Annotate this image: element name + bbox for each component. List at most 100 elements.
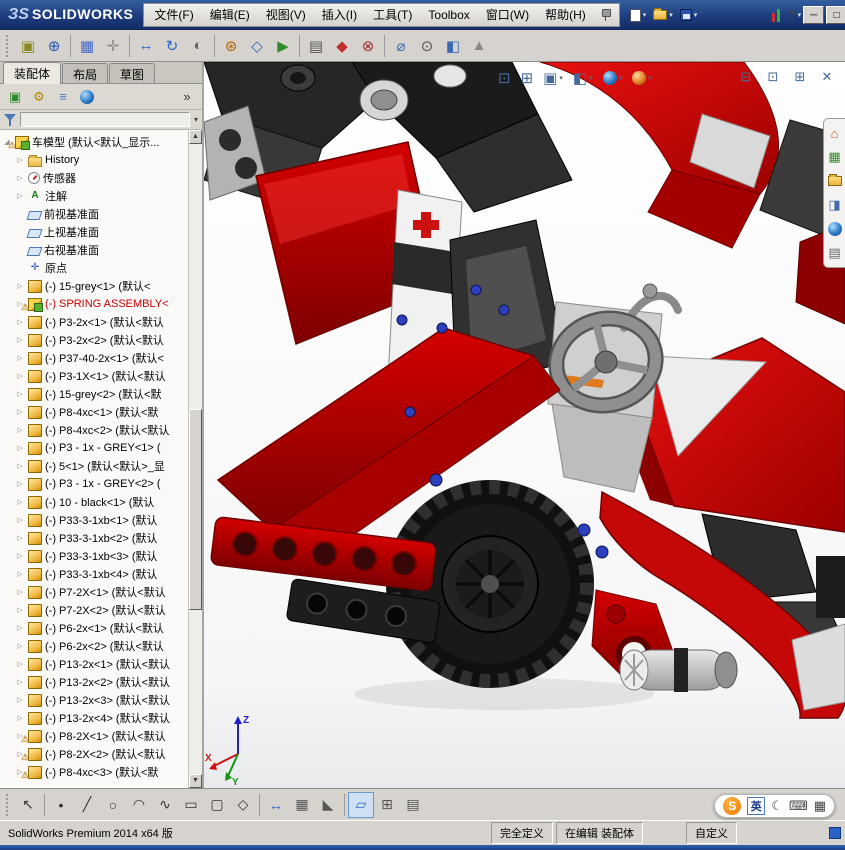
expander-icon[interactable]: ▷: [15, 372, 25, 380]
keyboard-icon[interactable]: ⌨: [789, 798, 808, 814]
scroll-thumb[interactable]: [189, 408, 202, 611]
model-3d-view[interactable]: Z X Y: [204, 62, 845, 788]
view-palette-icon[interactable]: ◨: [826, 196, 844, 214]
expander-icon[interactable]: ▷: [15, 516, 25, 524]
appearances-icon[interactable]: ▾: [599, 67, 627, 89]
dropdown-caret-icon[interactable]: ▾: [694, 11, 698, 19]
bom-table-icon[interactable]: ▤: [400, 792, 426, 818]
tree-item[interactable]: ▷ (-) P13-2x<2> (默认<默认: [0, 673, 187, 691]
move-component-icon[interactable]: ↔: [133, 33, 159, 59]
dropdown-caret-icon[interactable]: ▾: [643, 11, 647, 19]
filter-input[interactable]: [20, 112, 190, 127]
doc-restore-button[interactable]: ⊡: [761, 67, 785, 87]
toolbar-grip-handle[interactable]: [6, 793, 10, 816]
insert-component-icon[interactable]: ▣: [15, 33, 41, 59]
tree-item[interactable]: ▷ (-) P3-2x<2> (默认<默认: [0, 331, 187, 349]
zoom-fit-icon[interactable]: ⊡: [494, 67, 515, 89]
view-orientation-icon[interactable]: ▣ ▾: [539, 67, 567, 89]
graphics-area[interactable]: Z X Y ⊡ ⊞ ▣ ▾ ◧ ▾ ▾ ▾ ⊟ ⊡ ⊞ ✕ ⌂ ▦ ◨ ▤: [204, 62, 845, 788]
tree-item[interactable]: ▷ (-) 15-grey<2> (默认<默: [0, 385, 187, 403]
scroll-track[interactable]: [189, 144, 202, 774]
expander-icon[interactable]: ▷: [15, 498, 25, 506]
ime-language-toggle[interactable]: 英: [747, 797, 766, 815]
expander-icon[interactable]: ▷: [15, 570, 25, 578]
sketch-line-icon[interactable]: ╱: [74, 792, 100, 818]
expander-icon[interactable]: ▷: [15, 192, 25, 200]
expander-icon[interactable]: ▷: [15, 588, 25, 596]
maximize-button[interactable]: □: [826, 6, 845, 24]
toolbar-grip-handle[interactable]: [6, 34, 10, 57]
tree-item[interactable]: ▷ (-) P3 - 1x - GREY<2> (: [0, 475, 187, 493]
tree-item[interactable]: ▷ (-) P8-4xc<2> (默认<默认: [0, 421, 187, 439]
menu-item-4[interactable]: 工具(T): [365, 4, 420, 26]
help-button[interactable]: ? ▾: [786, 6, 803, 24]
tree-item[interactable]: ✛ 原点: [0, 259, 187, 277]
tree-item[interactable]: ▷ (-) P33-3-1xb<4> (默认: [0, 565, 187, 583]
tree-item[interactable]: ▷ (-) P3-2x<1> (默认<默认: [0, 313, 187, 331]
instant3d-icon[interactable]: ▲: [466, 33, 492, 59]
exploded-view-icon[interactable]: ◆: [329, 33, 355, 59]
expander-icon[interactable]: ▷: [15, 282, 25, 290]
tree-item[interactable]: ▷ (-) P13-2x<1> (默认<默认: [0, 655, 187, 673]
ime-toolbox-icon[interactable]: ▦: [814, 798, 826, 814]
tree-item[interactable]: 前视基准面: [0, 205, 187, 223]
menu-item-3[interactable]: 插入(I): [314, 4, 365, 26]
rebuild-indicator-icon[interactable]: [769, 7, 783, 24]
sketch-arc-icon[interactable]: ◠: [126, 792, 152, 818]
file-explorer-icon[interactable]: [826, 172, 844, 190]
expander-icon[interactable]: ▷: [15, 408, 25, 416]
tree-item[interactable]: ▷ 传感器: [0, 169, 187, 187]
tab-布局[interactable]: 布局: [62, 63, 109, 83]
chevron-down-icon[interactable]: ▾: [194, 115, 198, 124]
expander-icon[interactable]: ▷: [15, 156, 25, 164]
tree-item[interactable]: 上视基准面: [0, 223, 187, 241]
tree-item[interactable]: ▷ (-) 10 - black<1> (默认: [0, 493, 187, 511]
tree-item[interactable]: ▷ (-) P33-3-1xb<2> (默认: [0, 529, 187, 547]
dropdown-caret-icon[interactable]: ▾: [669, 11, 673, 19]
expander-icon[interactable]: ▷: [15, 390, 25, 398]
tree-item[interactable]: ▷ (-) P13-2x<3> (默认<默认: [0, 691, 187, 709]
tree-item[interactable]: ▷ A 注解: [0, 187, 187, 205]
tree-item[interactable]: ▷ ⚠ (-) P8-2X<2> (默认<默认: [0, 745, 187, 763]
normal-to-icon[interactable]: ▱: [348, 791, 374, 818]
tree-item[interactable]: ▷ (-) 15-grey<1> (默认<: [0, 277, 187, 295]
select-icon[interactable]: ↖: [15, 792, 41, 818]
sketch-polygon-icon[interactable]: ◇: [230, 792, 256, 818]
expander-icon[interactable]: ▷: [15, 642, 25, 650]
tree-item[interactable]: ▷ (-) P6-2x<1> (默认<默认: [0, 619, 187, 637]
panel-expand-chevron[interactable]: »: [176, 86, 198, 108]
tree-item[interactable]: ▷ (-) P37-40-2x<1> (默认<: [0, 349, 187, 367]
expander-icon[interactable]: ▷: [15, 480, 25, 488]
tree-item[interactable]: ▷ ⚠ (-) P8-2X<1> (默认<默认: [0, 727, 187, 745]
custom-properties-icon[interactable]: ▤: [826, 244, 844, 262]
dropdown-caret-icon[interactable]: ▾: [798, 11, 802, 19]
expander-icon[interactable]: ▷: [15, 174, 25, 182]
sketch-rectangle-icon[interactable]: ▭: [178, 792, 204, 818]
scene-icon[interactable]: ▾: [628, 67, 656, 89]
filter-funnel-icon[interactable]: [4, 113, 16, 126]
sketch-circle-icon[interactable]: ○: [100, 792, 126, 818]
dropdown-caret-icon[interactable]: ▾: [648, 74, 652, 82]
quick-tips-icon[interactable]: [829, 827, 841, 839]
section-view-icon[interactable]: ◧: [440, 33, 466, 59]
table-icon[interactable]: ⊞: [374, 792, 400, 818]
smart-dimension-icon[interactable]: ↔: [263, 792, 289, 818]
reference-geometry-icon[interactable]: ◇: [244, 33, 270, 59]
show-hidden-components-icon[interactable]: ◐: [185, 33, 211, 59]
display-style-icon[interactable]: ◧ ▾: [569, 67, 597, 89]
measure-icon[interactable]: ⌀: [388, 33, 414, 59]
tree-item[interactable]: ▷ (-) P33-3-1xb<1> (默认: [0, 511, 187, 529]
tree-item[interactable]: ▷ (-) P3-1X<1> (默认<默认: [0, 367, 187, 385]
design-library-icon[interactable]: ▦: [826, 148, 844, 166]
menu-item-6[interactable]: 窗口(W): [478, 4, 537, 26]
expander-icon[interactable]: ▷: [15, 660, 25, 668]
tree-scrollbar[interactable]: ▲ ▼: [188, 130, 202, 788]
doc-tile-button[interactable]: ⊞: [788, 67, 812, 87]
sogou-logo-icon[interactable]: S: [723, 797, 742, 815]
chamfer-icon[interactable]: ◣: [315, 792, 341, 818]
sketch-point-icon[interactable]: •: [48, 792, 74, 818]
expander-icon[interactable]: ▷: [15, 714, 25, 722]
expander-icon[interactable]: ▷: [15, 462, 25, 470]
featuremanager-tree-tab-icon[interactable]: ▣: [4, 86, 26, 108]
tree-item[interactable]: ▷ (-) P7-2X<2> (默认<默认: [0, 601, 187, 619]
